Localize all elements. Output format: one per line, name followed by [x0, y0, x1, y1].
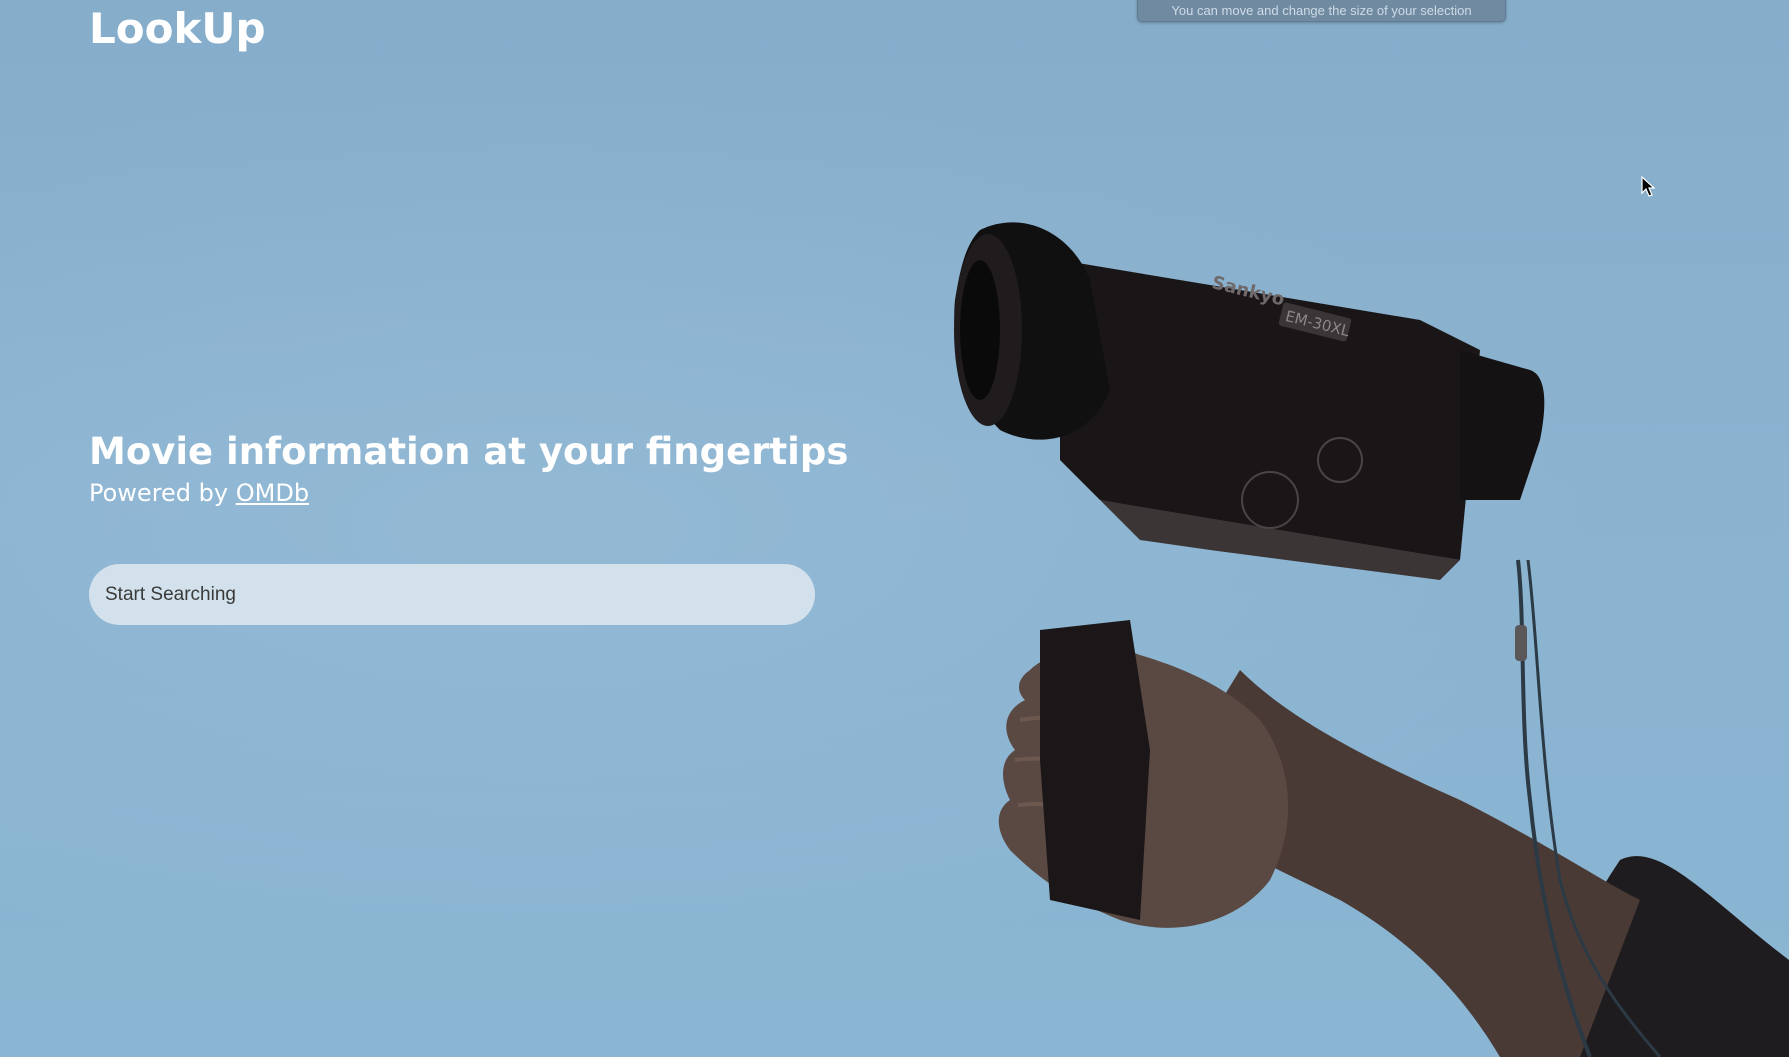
omdb-link[interactable]: OMDb: [236, 479, 309, 507]
hero-section: Movie information at your fingertips Pow…: [89, 430, 849, 507]
camera-grip: [1040, 620, 1150, 920]
mouse-cursor-icon: [1641, 176, 1655, 197]
selection-tooltip: You can move and change the size of your…: [1137, 0, 1506, 22]
powered-by-label: Powered by: [89, 479, 236, 507]
search-input[interactable]: [89, 564, 815, 625]
powered-by-line: Powered by OMDb: [89, 479, 829, 507]
strap-clip: [1515, 625, 1527, 661]
camera-eyepiece: [1460, 350, 1545, 500]
lens-ring-inner: [960, 260, 1000, 400]
site-logo[interactable]: LookUp: [89, 4, 266, 53]
page-headline: Movie information at your fingertips: [89, 430, 849, 473]
hero-camera-image: Sankyo EM-30XL: [954, 222, 1789, 1057]
